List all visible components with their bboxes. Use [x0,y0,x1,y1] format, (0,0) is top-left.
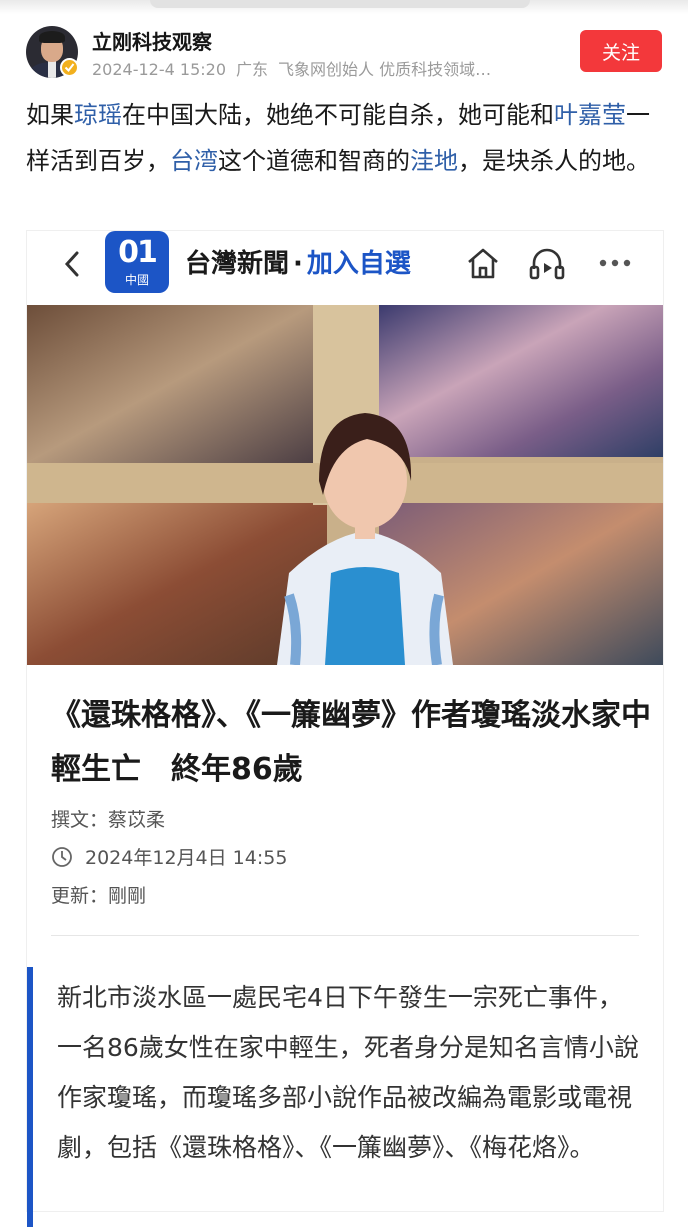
clock-icon [52,846,72,867]
article-byline: 撰文：蔡苡柔 [51,809,166,831]
article-body: 新北市淡水區一處民宅4日下午發生一宗死亡事件，一名86歲女性在家中輕生，死者身分… [57,983,639,1162]
follow-button[interactable]: 关注 [580,30,662,72]
article-updated: 更新：剛剛 [51,885,147,907]
author-name[interactable]: 立刚科技观察 [92,26,212,55]
author-bio: 飞象网创始人 优质科技领域… [278,60,492,79]
top-fade [0,0,688,14]
quote-bar [27,967,33,1227]
audio-play-icon[interactable] [527,243,567,283]
back-arrow-icon[interactable] [61,249,83,279]
post-text-segment: 如果 [26,101,74,129]
post-text-segment: 这个道德和智商的 [218,147,410,175]
post-text-segment: 在中国大陆，她绝不可能自杀，她可能和 [122,101,554,129]
article-date: 2024年12月4日 14:55 [51,843,287,870]
more-options-icon[interactable] [595,243,635,283]
post-location: 广东 [236,60,269,79]
topic-link[interactable]: 洼地 [410,147,458,175]
divider [51,935,639,936]
search-bar-edge [150,0,530,8]
post-meta: 2024-12-4 15:20 广东 飞象网创始人 优质科技领域… [92,56,501,80]
embedded-article-screenshot[interactable]: 01 中國 台灣新聞 · 加入自選 《還珠格格》、《一簾幽夢》作者瓊瑤淡水家中輕… [26,230,664,1227]
article-navbar: 01 中國 台灣新聞 · 加入自選 [27,231,663,301]
post-date: 2024-12-4 15:20 [92,60,226,79]
verified-badge-icon [60,58,79,77]
topic-link[interactable]: 琼瑶 [74,101,122,129]
channel-title: 台灣新聞 · 加入自選 [185,249,411,279]
add-to-favorites-link[interactable]: 加入自選 [307,249,411,279]
post-text: 如果琼瑶在中国大陆，她绝不可能自杀，她可能和叶嘉莹一样活到百岁，台湾这个道德和智… [26,92,666,184]
article-photo [27,305,663,665]
home-icon[interactable] [463,243,503,283]
article-headline: 《還珠格格》、《一簾幽夢》作者瓊瑤淡水家中輕生亡 終年86歲 [51,698,651,787]
topic-link[interactable]: 台湾 [170,147,218,175]
topic-link[interactable]: 叶嘉莹 [554,101,626,129]
hk01-logo: 01 中國 [105,231,169,293]
post-text-segment: ，是块杀人的地。 [458,147,650,175]
